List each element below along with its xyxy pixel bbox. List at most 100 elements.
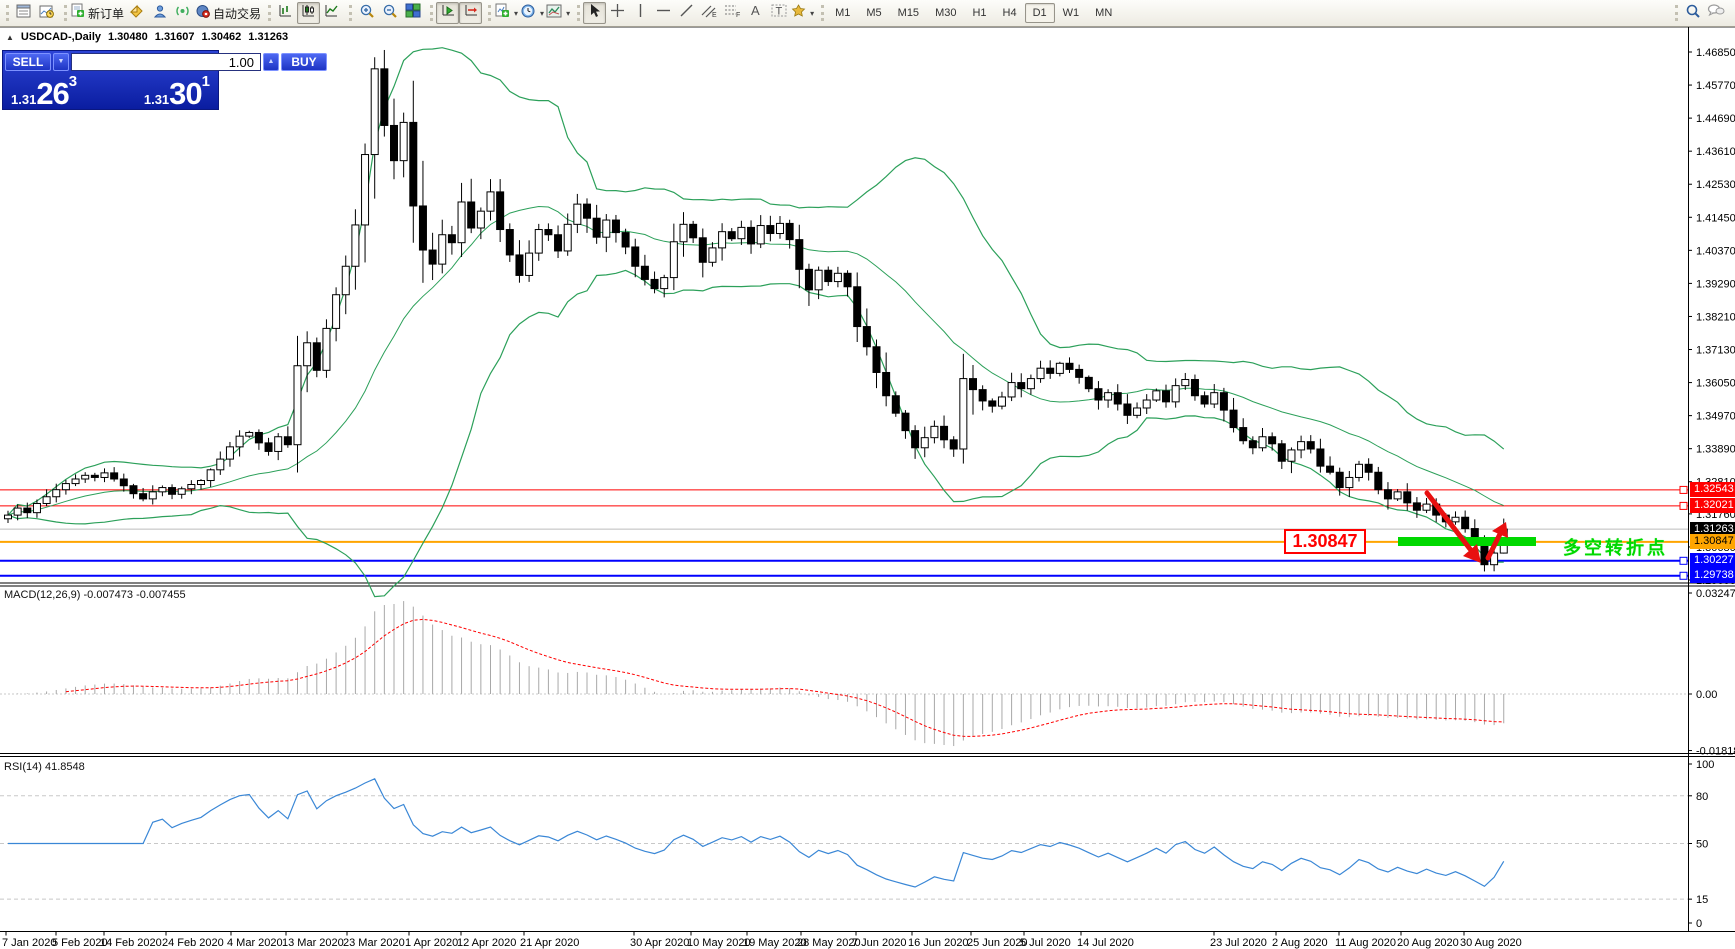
shapes-button[interactable]: ▾	[790, 2, 815, 24]
candle-body	[564, 224, 571, 251]
candle-body	[834, 273, 841, 281]
candle-body	[1240, 428, 1247, 441]
volume-decrease-button[interactable]: ▼	[53, 53, 69, 71]
candle-body	[1346, 477, 1353, 487]
candle-body	[62, 484, 69, 490]
candle-body	[728, 232, 735, 239]
timeframe-button-h1[interactable]: H1	[964, 3, 994, 23]
signals-button[interactable]	[171, 2, 194, 24]
candle-body	[352, 225, 359, 266]
trendline-button[interactable]	[675, 2, 698, 24]
autotrading-icon	[195, 3, 210, 23]
volume-increase-button[interactable]: ▲	[263, 53, 279, 71]
timeframe-button-m30[interactable]: M30	[927, 3, 964, 23]
ohlc-high: 1.31607	[155, 31, 195, 43]
date-axis-label: 16 Jun 2020	[908, 937, 969, 949]
new-order-button[interactable]: 新订单	[70, 2, 125, 24]
metaeditor-button[interactable]	[125, 2, 148, 24]
line-chart-icon	[324, 3, 339, 23]
turning-point-annotation[interactable]: 多空转折点	[1563, 534, 1668, 560]
profiles-button[interactable]: ▾	[545, 2, 571, 24]
horizontal-line-icon	[656, 4, 671, 22]
chat-button[interactable]	[1704, 2, 1727, 24]
metaeditor-icon	[129, 4, 144, 23]
candle-body	[101, 473, 108, 478]
hline-handle[interactable]	[1680, 502, 1687, 509]
zoom-in-button[interactable]	[355, 2, 378, 24]
timeframe-button-mn[interactable]: MN	[1087, 3, 1120, 23]
chart-window[interactable]: 1.468501.457701.446901.436101.425301.414…	[0, 27, 1735, 949]
fibonacci-button[interactable]: F	[721, 2, 744, 24]
timeframe-button-m5[interactable]: M5	[858, 3, 889, 23]
candle-body	[419, 206, 426, 250]
navigator-button[interactable]	[148, 2, 171, 24]
text-button[interactable]: A	[744, 2, 767, 24]
autotrading-button[interactable]: 自动交易	[194, 2, 262, 24]
sell-price[interactable]: 1.31263	[11, 73, 77, 112]
auto-scroll-button[interactable]	[436, 2, 459, 24]
price-axis-label: 1.38210	[1696, 311, 1735, 323]
rsi-indicator-label: RSI(14) 41.8548	[4, 761, 85, 773]
crosshair-icon	[610, 3, 625, 23]
zoom-out-button[interactable]	[378, 2, 401, 24]
toolbar-group-charttype	[266, 0, 347, 26]
autotrading-label: 自动交易	[213, 5, 261, 22]
channel-button[interactable]: E	[698, 2, 721, 24]
hline-handle[interactable]	[1680, 557, 1687, 564]
date-axis-label: 25 Jun 2020	[967, 937, 1028, 949]
collapse-trade-panel-icon[interactable]: ▲	[6, 33, 14, 42]
hline-handle[interactable]	[1680, 572, 1687, 579]
strategy-tester-button[interactable]	[35, 2, 58, 24]
candle-body	[1134, 408, 1141, 415]
candle-body	[1249, 441, 1256, 448]
candle-body	[381, 69, 388, 126]
cursor-button[interactable]	[583, 2, 606, 24]
timeframe-button-d1[interactable]: D1	[1025, 3, 1055, 23]
price-axis-label: 1.42530	[1696, 179, 1735, 191]
candle-body	[275, 437, 282, 452]
market-watch-button[interactable]	[12, 2, 35, 24]
horizontal-line-button[interactable]	[652, 2, 675, 24]
candle-body	[545, 230, 552, 235]
search-button[interactable]	[1681, 2, 1704, 24]
candle-body	[1336, 472, 1343, 487]
timeframe-button-w1[interactable]: W1	[1055, 3, 1088, 23]
chevron-down-icon: ▾	[566, 9, 570, 18]
date-axis-label: 20 Aug 2020	[1397, 937, 1459, 949]
toolbar-group-zoom	[347, 0, 428, 26]
candle-body	[1076, 369, 1083, 377]
candlestick-chart-button[interactable]	[297, 2, 320, 24]
candle-body	[1278, 444, 1285, 461]
candle-body	[33, 503, 40, 512]
volume-input[interactable]	[71, 53, 261, 71]
sell-price-prefix: 1.31	[11, 92, 36, 107]
candle-body	[1105, 393, 1112, 400]
candle-body	[1018, 383, 1025, 389]
candle-body	[1201, 396, 1208, 404]
chart-canvas[interactable]: 1.468501.457701.446901.436101.425301.414…	[0, 27, 1735, 949]
tile-windows-button[interactable]	[401, 2, 424, 24]
text-label-button[interactable]: T	[767, 2, 790, 24]
buy-button[interactable]: BUY	[281, 53, 327, 71]
timeframe-button-h4[interactable]: H4	[995, 3, 1025, 23]
chart-shift-icon	[463, 3, 479, 23]
chart-shift-button[interactable]	[459, 2, 482, 24]
rsi-axis-label: 80	[1696, 791, 1708, 803]
vertical-line-button[interactable]	[629, 2, 652, 24]
line-chart-button[interactable]	[320, 2, 343, 24]
date-axis-label: 1 Apr 2020	[405, 937, 458, 949]
candle-body	[1365, 464, 1372, 472]
timeframe-button-m1[interactable]: M1	[827, 3, 858, 23]
buy-price[interactable]: 1.31301	[144, 73, 210, 112]
new-chart-button[interactable]: ▾	[494, 2, 519, 24]
bar-chart-button[interactable]	[274, 2, 297, 24]
hline-handle[interactable]	[1680, 486, 1687, 493]
sell-button[interactable]: SELL	[5, 53, 51, 71]
candle-body	[873, 347, 880, 373]
timeframe-button-m15[interactable]: M15	[890, 3, 927, 23]
candle-body	[1384, 490, 1391, 499]
price-axis-label: 1.46850	[1696, 47, 1735, 59]
periods-button[interactable]: ▾	[519, 2, 545, 24]
support-price-callout[interactable]: 1.30847	[1284, 529, 1366, 554]
crosshair-button[interactable]	[606, 2, 629, 24]
